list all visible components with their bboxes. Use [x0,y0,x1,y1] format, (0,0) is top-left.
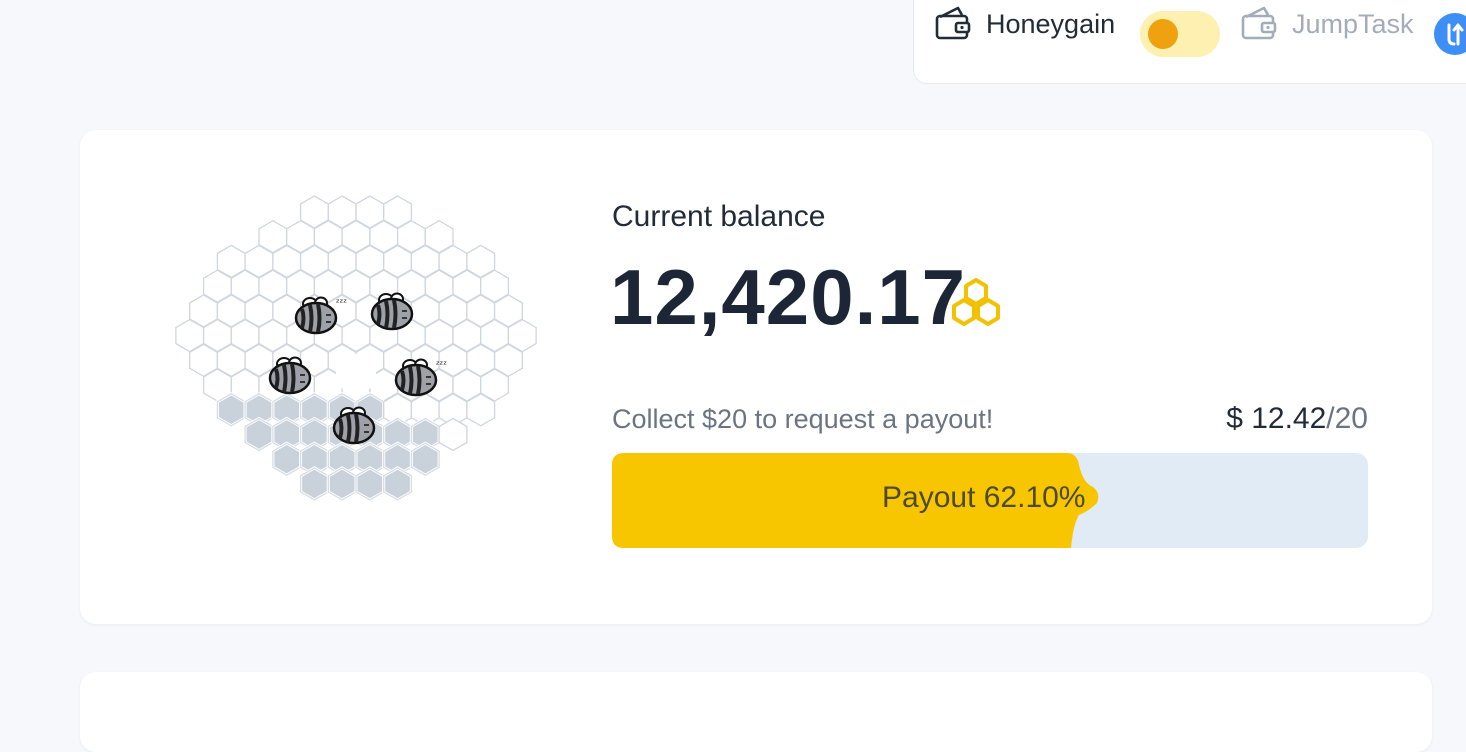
wallet-switcher: Honeygain JumpTask [913,0,1466,84]
secondary-card [80,672,1432,752]
payout-progress-bar: Payout 62.10% [612,453,1368,548]
payout-current: $ 12.42 [1226,402,1327,435]
wallet-toggle[interactable] [1140,11,1220,57]
wallet-icon [1241,6,1277,40]
wallet-jumptask[interactable]: JumpTask [1238,1,1414,47]
wallet-label-honeygain: Honeygain [986,8,1116,39]
payout-hint: Collect $20 to request a payout! [612,404,994,434]
payout-goal: /20 [1326,402,1368,435]
balance-card: ᶻᶻᶻ ᶻᶻᶻ Current balance 12,420.17 Collect… [80,130,1432,624]
balance-value: 12,420.17 [610,253,967,341]
bee-hive-illustration: ᶻᶻᶻ ᶻᶻᶻ [175,195,537,502]
payout-amount: $ 12.42/20 [1226,402,1368,436]
balance-label: Current balance [612,200,826,233]
wallet-icon [935,6,971,40]
sleep-z-icon: ᶻᶻᶻ [436,360,447,371]
jumptask-logo-icon [1434,13,1466,55]
wallet-honeygain[interactable]: Honeygain [932,1,1115,47]
wallet-label-jumptask: JumpTask [1292,8,1414,39]
sleep-z-icon: ᶻᶻᶻ [336,298,347,309]
honeycomb-coin-icon [952,278,1000,326]
toggle-knob [1148,19,1178,49]
payout-progress-label: Payout 62.10% [882,481,1086,514]
